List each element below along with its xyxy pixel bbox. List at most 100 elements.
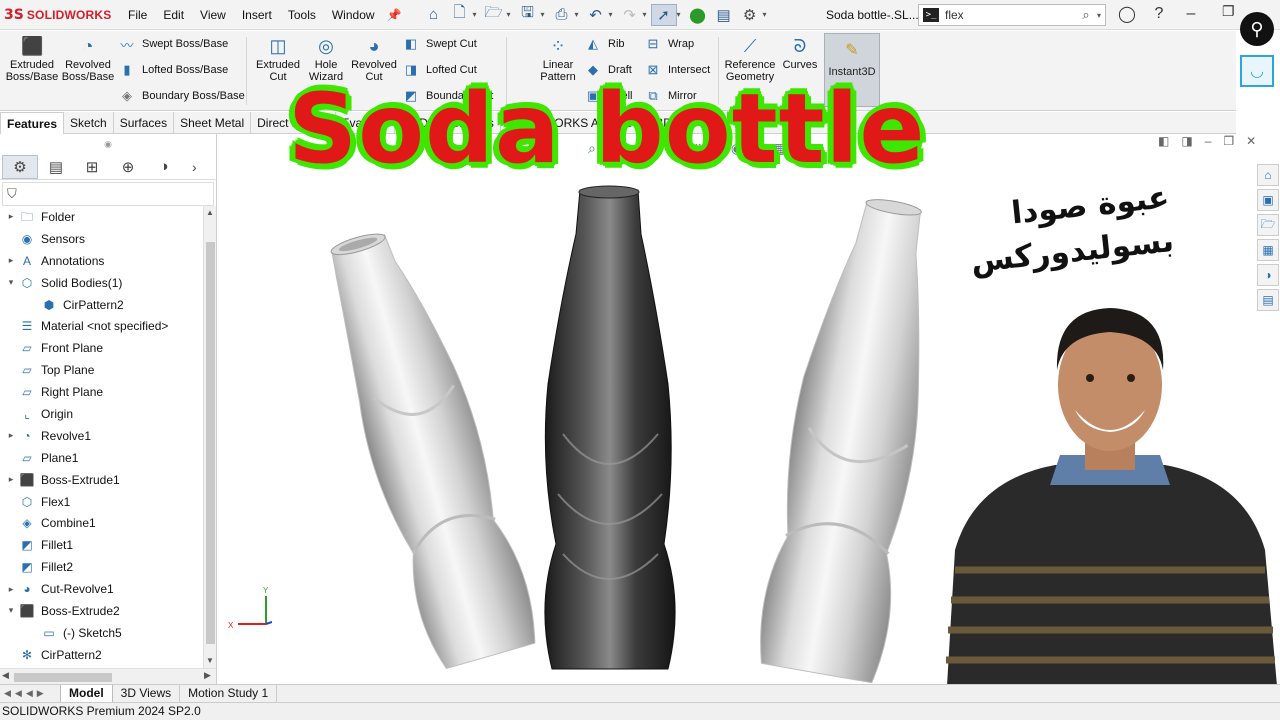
tab-3d-views[interactable]: 3D Views [113,684,181,703]
bottle-center-dark[interactable] [544,185,676,670]
tree-item[interactable]: ◩ Fillet2 [0,556,202,578]
options-dropdown-icon[interactable]: ▾ [763,10,771,19]
new-document-icon[interactable]: 🗋 [447,4,473,26]
undo-icon[interactable]: ↶ [583,4,609,26]
appearances-icon[interactable]: ◑ [1257,264,1279,286]
minimize-window-icon[interactable]: – [1180,3,1202,25]
display-manager-tab-icon[interactable]: ◑ [146,155,182,179]
tree-item[interactable]: ◩ Fillet1 [0,534,202,556]
open-folder-icon[interactable]: 🗁 [481,4,507,26]
tab-sketch[interactable]: Sketch [64,112,114,134]
menu-tools[interactable]: Tools [280,0,324,30]
tree-item[interactable]: ▸ A Annotations [0,250,202,272]
tree-item[interactable]: ▱ Plane1 [0,447,202,469]
dimxpert-manager-tab-icon[interactable]: ⊕ [110,155,146,179]
scroll-down-icon[interactable]: ▼ [204,654,216,668]
tree-item[interactable]: ▱ Right Plane [0,381,202,403]
tab-features[interactable]: Features [0,112,65,134]
tree-item[interactable]: ▭ (-) Sketch5 [0,622,202,644]
help-icon[interactable]: ? [1148,3,1170,25]
search-dropdown-icon[interactable]: ▾ [1097,11,1105,20]
panel-grip-icon[interactable]: ◉ [0,134,216,154]
select-cursor-icon[interactable]: ➚ [650,3,677,26]
expand-caret-icon[interactable]: ▸ [4,474,18,485]
screen-record-overlay-icon[interactable]: ⚲ [1240,12,1274,46]
redo-dropdown-icon[interactable]: ▾ [643,10,651,19]
scroll-right-icon[interactable]: ▶ [204,670,211,681]
configuration-manager-tab-icon[interactable]: ⊞ [74,155,110,179]
scroll-up-icon[interactable]: ▲ [204,206,216,220]
rib-button[interactable]: ◭ Rib [584,33,625,55]
file-explorer-icon[interactable]: 🗁 [1257,214,1279,236]
file-properties-icon[interactable]: ▤ [711,4,737,26]
tab-model[interactable]: Model [60,684,113,703]
expand-caret-icon[interactable]: ▸ [4,430,18,441]
print-icon[interactable]: ⎙ [549,4,575,26]
tree-horizontal-scrollbar[interactable]: ◀ ▶ [0,668,216,685]
tree-item[interactable]: ▸ ⬛ Boss-Extrude1 [0,469,202,491]
menu-edit[interactable]: Edit [155,0,192,30]
view-palette-icon[interactable]: ▦ [1257,239,1279,261]
tree-item[interactable]: ▾ ⬡ Solid Bodies(1) [0,272,202,294]
undo-dropdown-icon[interactable]: ▾ [609,10,617,19]
swept-cut-button[interactable]: ◧ Swept Cut [402,33,477,55]
tree-item[interactable]: ✻ CirPattern2 [0,644,202,666]
design-library-icon[interactable]: ▣ [1257,189,1279,211]
tab-nav-arrows-icon[interactable]: ◀◀◀▶ [0,688,60,699]
tree-item[interactable]: ▱ Front Plane [0,337,202,359]
user-account-icon[interactable]: ◯ [1116,3,1138,25]
options-gear-icon[interactable]: ⚙ [737,4,763,26]
collapse-caret-icon[interactable]: ▾ [4,277,18,288]
property-manager-tab-icon[interactable]: ▤ [38,155,74,179]
scroll-left-icon[interactable]: ◀ [2,670,9,681]
hscroll-thumb[interactable] [14,673,112,682]
tree-item[interactable]: ▸ 🗀 Folder [0,206,202,228]
tree-item[interactable]: ◉ Sensors [0,228,202,250]
select-dropdown-icon[interactable]: ▾ [677,10,685,19]
extruded-boss-button[interactable]: ⬛ Extruded Boss/Base [4,35,60,83]
pin-menu-icon[interactable]: 📌 [387,8,402,22]
boundary-boss-button[interactable]: ◈ Boundary Boss/Base [118,85,245,107]
tab-motion-study[interactable]: Motion Study 1 [180,684,278,703]
menu-file[interactable]: File [120,0,155,30]
feature-manager-tab-icon[interactable]: ⚙ [2,154,38,179]
menu-insert[interactable]: Insert [234,0,280,30]
home-icon[interactable]: ⌂ [421,4,447,26]
restore-window-icon[interactable]: ❐ [1222,3,1235,20]
bottle-left-white[interactable] [312,219,543,672]
print-dropdown-icon[interactable]: ▾ [575,10,583,19]
curves-button[interactable]: ᘐ Curves [772,35,828,71]
collapse-caret-icon[interactable]: ▾ [4,605,18,616]
app-logo[interactable]: 3S SOLIDWORKS [0,7,120,23]
tree-item[interactable]: ◈ Combine1 [0,512,202,534]
revolved-boss-button[interactable]: ◔ Revolved Boss/Base [60,35,116,83]
save-dropdown-icon[interactable]: ▾ [541,10,549,19]
lofted-boss-button[interactable]: ▮ Lofted Boss/Base [118,59,228,81]
open-dropdown-icon[interactable]: ▾ [507,10,515,19]
tree-item[interactable]: ⌞ Origin [0,403,202,425]
swept-boss-button[interactable]: 〰 Swept Boss/Base [118,33,228,55]
wrap-button[interactable]: ⊟ Wrap [644,33,695,55]
search-icon[interactable]: ⌕ [1075,7,1097,23]
tree-item[interactable]: ☰ Material <not specified> [0,315,202,337]
menu-view[interactable]: View [192,0,234,30]
expand-caret-icon[interactable]: ▸ [4,211,18,222]
tab-surfaces[interactable]: Surfaces [114,112,175,134]
solidworks-resources-icon[interactable]: ⌂ [1257,164,1279,186]
tree-item[interactable]: ▸ ◔ Revolve1 [0,425,202,447]
save-icon[interactable]: 🖫 [515,4,541,26]
redo-icon[interactable]: ↷ [617,4,643,26]
expand-caret-icon[interactable]: ▸ [4,255,18,266]
tree-item[interactable]: ⬢ CirPattern2 [0,294,202,316]
scroll-thumb[interactable] [206,242,215,644]
tree-item[interactable]: ⬡ Flex1 [0,491,202,513]
screen-record-webcam-icon[interactable]: ◡ [1240,55,1274,87]
tree-filter-box[interactable]: ⛉ [2,182,214,206]
tree-item[interactable]: ▾ ⬛ Boss-Extrude2 [0,600,202,622]
expand-caret-icon[interactable]: ▸ [4,584,18,595]
rebuild-traffic-light-icon[interactable]: ⬤ [685,4,711,26]
tab-sheet-metal[interactable]: Sheet Metal [174,112,252,134]
tree-item[interactable]: ▸ ◕ Cut-Revolve1 [0,578,202,600]
tree-item[interactable]: ▱ Top Plane [0,359,202,381]
new-dropdown-icon[interactable]: ▾ [473,10,481,19]
